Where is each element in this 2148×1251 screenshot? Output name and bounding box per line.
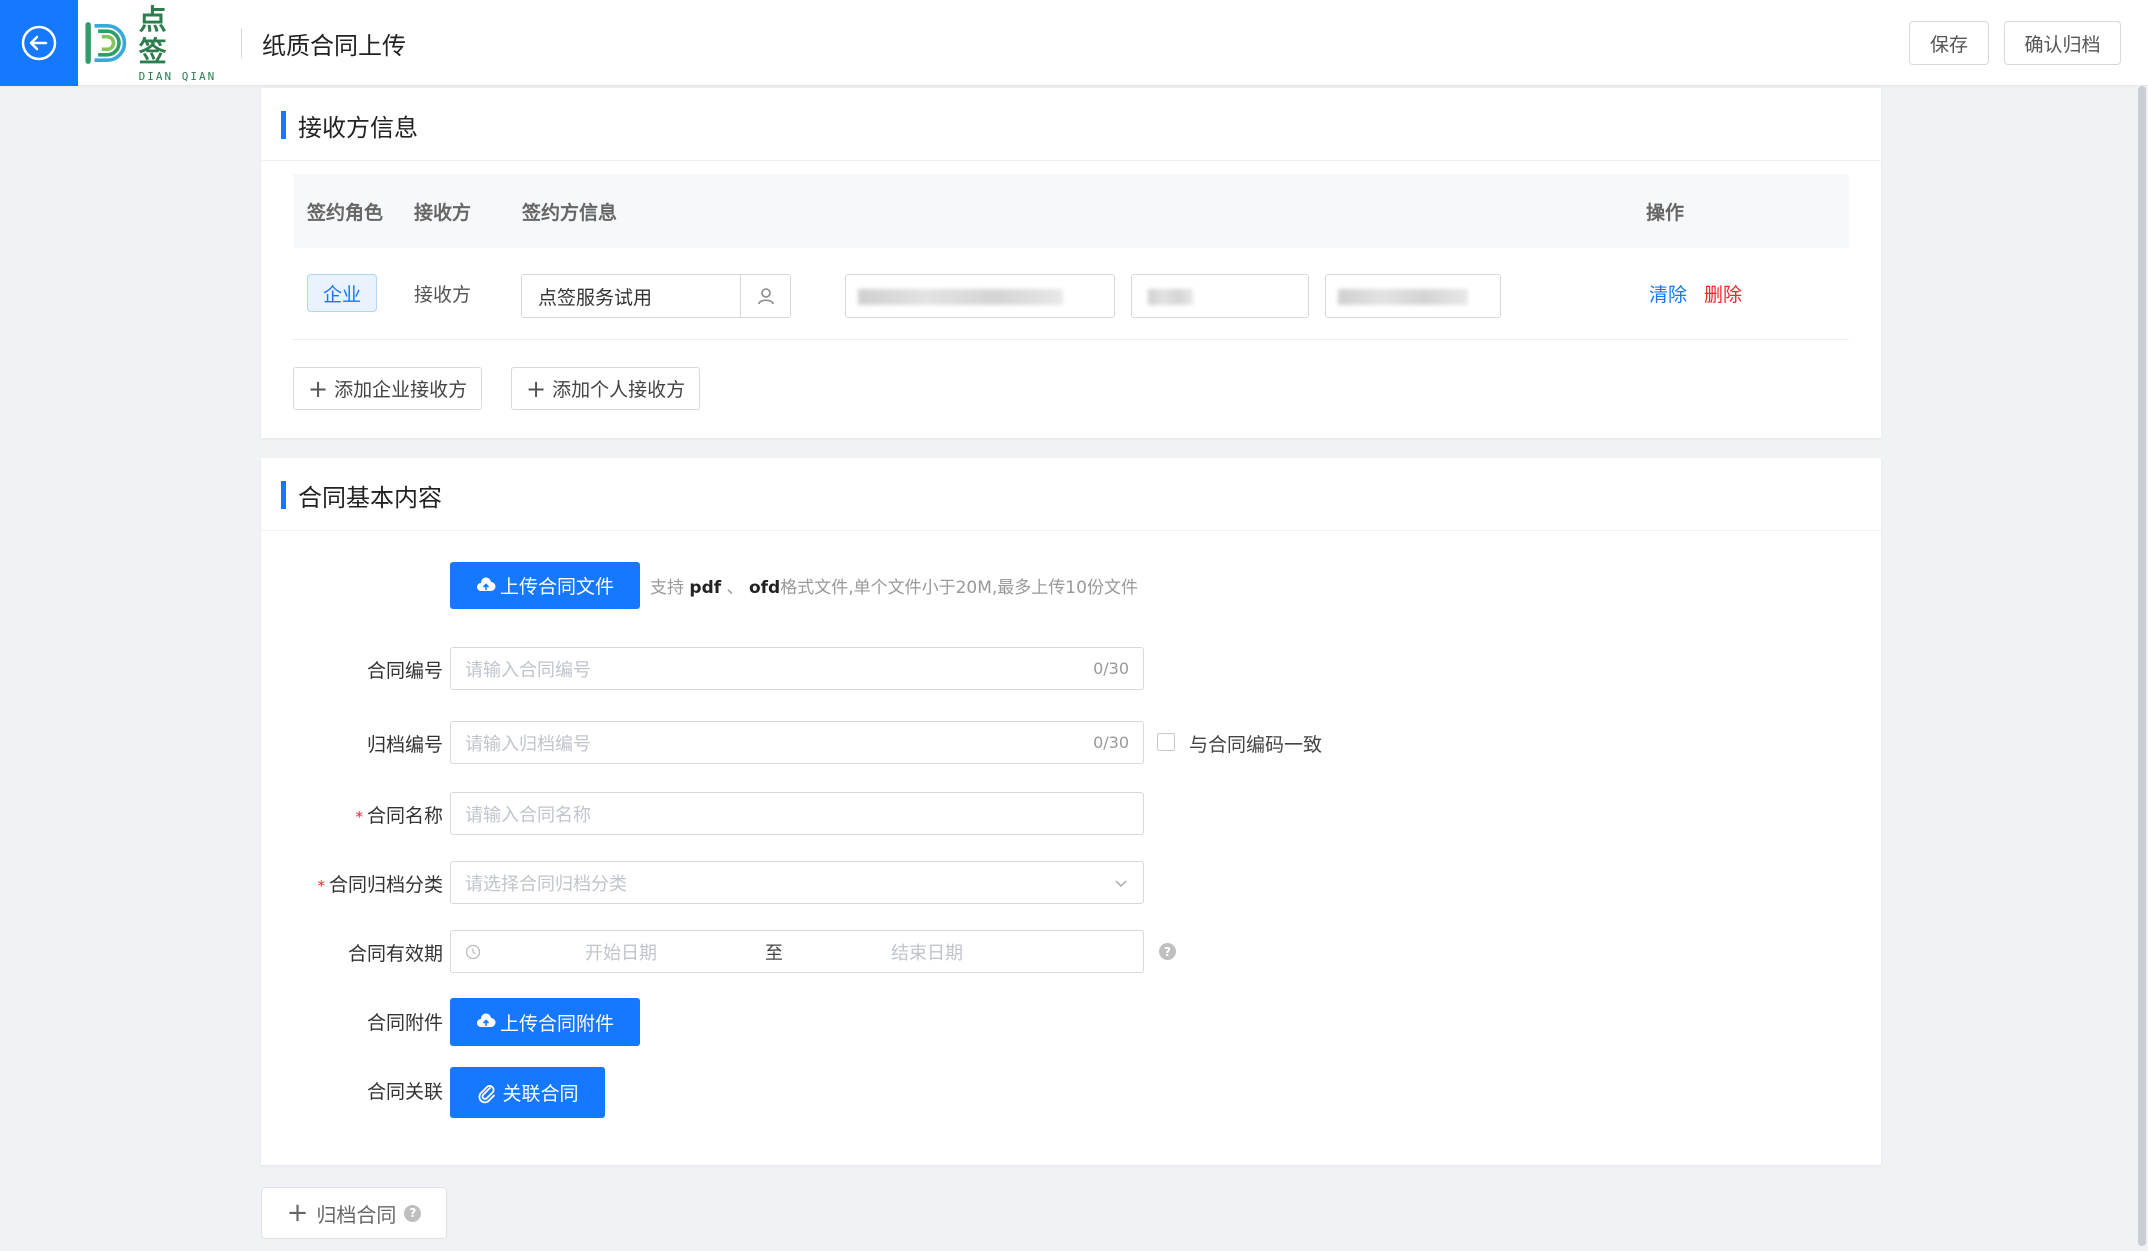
top-header: 点 签 DIAN QIAN 纸质合同上传 保存 确认归档 <box>0 0 2148 86</box>
contract-name-input[interactable]: 请输入合同名称 <box>450 792 1144 835</box>
company-name-value: 点签服务试用 <box>538 286 653 309</box>
logo-english-text: DIAN QIAN <box>138 69 217 83</box>
save-button[interactable]: 保存 <box>1909 21 1989 65</box>
cloud-upload-icon <box>476 576 496 591</box>
archive-contract-button[interactable]: + 归档合同 ? <box>261 1187 447 1239</box>
archive-number-input[interactable]: 请输入归档编号 0/30 <box>450 721 1144 764</box>
archive-contract-label: 归档合同 <box>316 1202 397 1227</box>
validity-period-label: 合同有效期 <box>347 943 443 965</box>
arrow-left-circle-icon <box>21 25 57 61</box>
page-scrollbar-thumb[interactable] <box>2138 86 2146 1246</box>
upload-hint-text: 支持 pdf 、 ofd格式文件,单个文件小于20M,最多上传10份文件 <box>650 578 1138 598</box>
contract-number-label: 合同编号 <box>366 660 443 682</box>
help-icon[interactable]: ? <box>1159 943 1176 960</box>
same-as-contract-number-label: 与合同编码一致 <box>1189 734 1323 756</box>
table-row: 企业 接收方 点签服务试用 清除 删除 <box>293 248 1849 340</box>
add-person-receiver-button[interactable]: + 添加个人接收方 <box>511 367 701 410</box>
brand-logo: 点 签 DIAN QIAN <box>80 3 220 83</box>
party-role-text: 接收方 <box>414 284 472 306</box>
header-divider <box>241 28 242 58</box>
same-as-contract-number-checkbox[interactable] <box>1157 733 1175 751</box>
page-title: 纸质合同上传 <box>262 32 406 60</box>
enterprise-tag: 企业 <box>307 274 377 312</box>
upload-contract-file-label: 上传合同文件 <box>499 576 614 598</box>
plus-icon: + <box>308 374 329 403</box>
signer-name-field-redacted[interactable] <box>845 274 1115 318</box>
archive-number-counter: 0/30 <box>1093 733 1129 752</box>
contract-number-placeholder: 请输入合同编号 <box>465 659 591 681</box>
upload-contract-file-button[interactable]: 上传合同文件 <box>450 562 640 609</box>
user-icon <box>757 288 774 305</box>
validity-date-range-picker[interactable]: 开始日期 至 结束日期 <box>450 930 1144 973</box>
signer-phone-field-redacted[interactable] <box>1325 274 1501 318</box>
contract-name-placeholder: 请输入合同名称 <box>465 804 591 826</box>
contract-basic-card: 合同基本内容 上传合同文件 支持 pdf 、 ofd格式文件,单个文件小于20M… <box>261 458 1881 1165</box>
attachment-label: 合同附件 <box>366 1012 443 1034</box>
section-divider <box>261 530 1881 531</box>
link-contract-button[interactable]: 关联合同 <box>450 1067 605 1118</box>
receiver-table: 签约角色 接收方 签约方信息 操作 企业 接收方 点签服务试用 清除 删除 <box>293 174 1849 340</box>
upload-attachment-label: 上传合同附件 <box>499 1012 614 1035</box>
plus-icon: + <box>286 1198 309 1228</box>
chevron-down-icon <box>1115 879 1127 887</box>
clear-button[interactable]: 清除 <box>1649 280 1687 307</box>
link-contract-label: 关联合同 <box>502 1083 579 1105</box>
archive-category-select[interactable]: 请选择合同归档分类 <box>450 861 1144 904</box>
contract-section-title: 合同基本内容 <box>281 480 442 512</box>
relation-label: 合同关联 <box>366 1081 443 1103</box>
column-header-party: 接收方 <box>414 201 472 224</box>
end-date-placeholder[interactable]: 结束日期 <box>891 939 963 965</box>
delete-button[interactable]: 删除 <box>1704 280 1742 307</box>
column-header-info: 签约方信息 <box>522 201 618 224</box>
add-company-receiver-button[interactable]: + 添加企业接收方 <box>293 367 483 410</box>
section-divider <box>261 160 1881 161</box>
cloud-upload-icon <box>476 1013 496 1027</box>
select-contact-button[interactable] <box>740 275 790 317</box>
column-header-action: 操作 <box>1646 201 1685 224</box>
required-asterisk: * <box>317 877 325 895</box>
archive-category-label: * 合同归档分类 <box>317 874 443 896</box>
start-date-placeholder[interactable]: 开始日期 <box>585 939 657 965</box>
contract-number-input[interactable]: 请输入合同编号 0/30 <box>450 647 1144 690</box>
add-company-receiver-label: 添加企业接收方 <box>334 379 468 401</box>
receiver-info-card: 接收方信息 签约角色 接收方 签约方信息 操作 企业 接收方 点签服务试用 清除… <box>261 88 1881 438</box>
company-selector[interactable]: 点签服务试用 <box>521 274 791 318</box>
logo-chinese-text: 点 签 <box>138 2 175 68</box>
archive-number-label: 归档编号 <box>366 734 443 756</box>
signer-contact-field-redacted[interactable] <box>1131 274 1309 318</box>
date-range-separator: 至 <box>765 942 783 964</box>
add-person-receiver-label: 添加个人接收方 <box>552 379 686 401</box>
receiver-section-title: 接收方信息 <box>281 110 418 142</box>
archive-category-placeholder: 请选择合同归档分类 <box>465 873 627 895</box>
paperclip-icon <box>478 1084 496 1103</box>
column-header-role: 签约角色 <box>307 201 384 224</box>
archive-number-placeholder: 请输入归档编号 <box>465 733 591 755</box>
table-header: 签约角色 接收方 签约方信息 操作 <box>293 174 1849 248</box>
required-asterisk: * <box>355 808 363 826</box>
upload-attachment-button[interactable]: 上传合同附件 <box>450 998 640 1046</box>
confirm-archive-button[interactable]: 确认归档 <box>2004 21 2121 65</box>
contract-number-counter: 0/30 <box>1093 659 1129 678</box>
contract-name-label: * 合同名称 <box>355 805 443 827</box>
back-button[interactable] <box>0 0 78 86</box>
clock-icon <box>465 944 481 959</box>
dianqian-logo-icon <box>85 22 127 64</box>
plus-icon: + <box>526 374 547 403</box>
help-icon[interactable]: ? <box>404 1204 422 1222</box>
